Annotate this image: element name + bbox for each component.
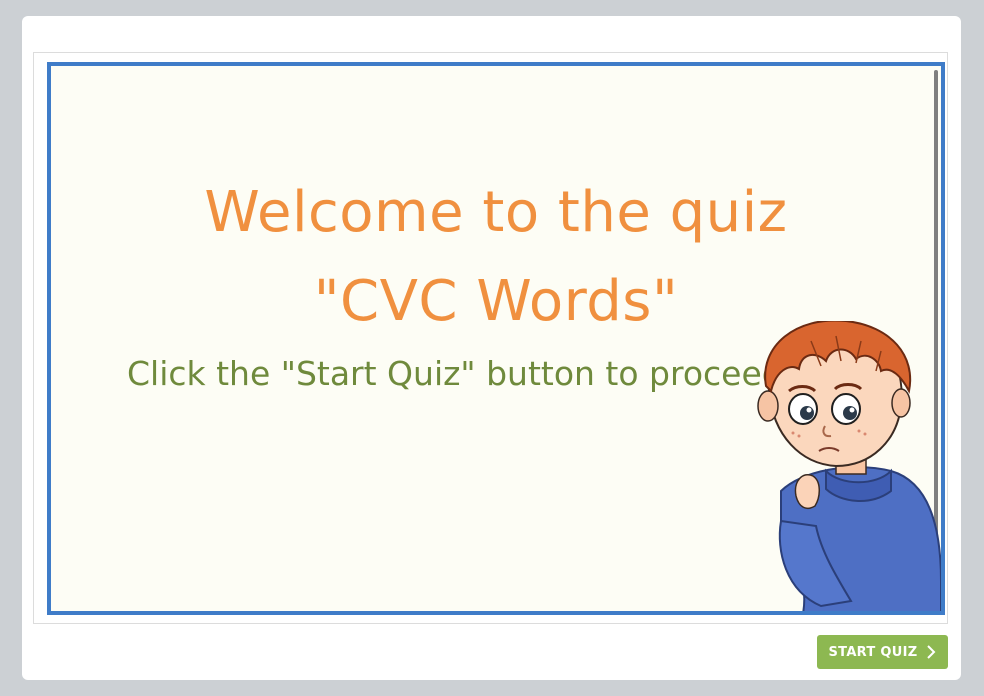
thinking-boy-illustration bbox=[757, 321, 941, 611]
quiz-title-line1: Welcome to the quiz bbox=[204, 180, 788, 245]
quiz-player: Welcome to the quiz "CVC Words" Click th… bbox=[22, 16, 961, 680]
start-quiz-button-label: START QUIZ bbox=[828, 644, 918, 660]
start-quiz-button[interactable]: START QUIZ bbox=[817, 635, 948, 669]
slide-frame: Welcome to the quiz "CVC Words" Click th… bbox=[33, 52, 948, 624]
chevron-right-icon bbox=[927, 645, 936, 659]
welcome-slide: Welcome to the quiz "CVC Words" Click th… bbox=[47, 62, 945, 615]
instruction-text: Click the "Start Quiz" button to proceed bbox=[127, 354, 783, 393]
